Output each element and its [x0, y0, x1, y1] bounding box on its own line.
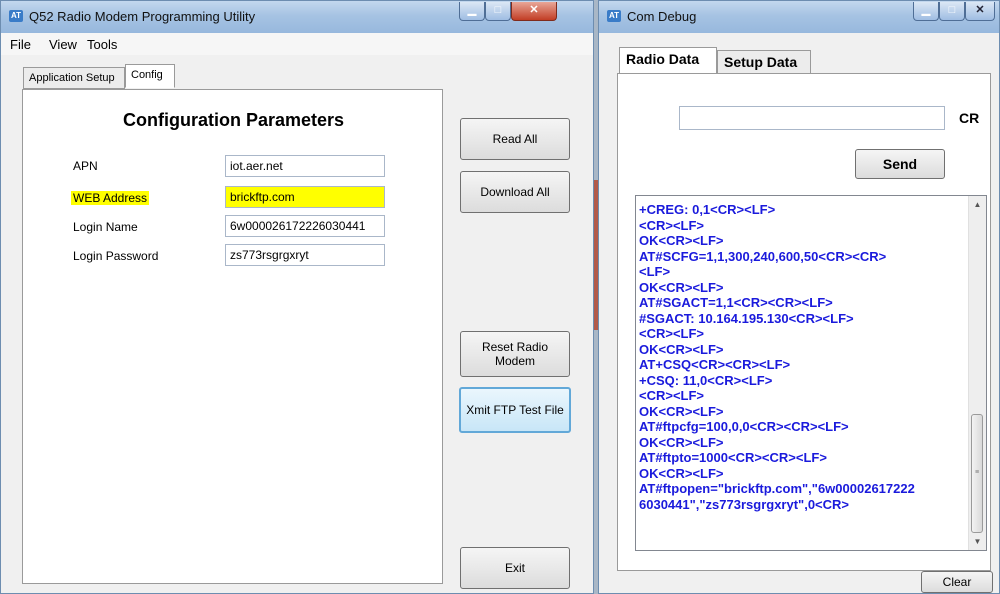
- log-line: OK<CR><LF>: [639, 233, 724, 248]
- command-input[interactable]: [679, 106, 945, 130]
- log-scrollbar[interactable]: ▲ ≡ ▼: [968, 196, 986, 550]
- title-bar[interactable]: AT Com Debug ▁ □ ✕: [599, 1, 999, 33]
- reset-label-line2: Modem: [494, 354, 535, 368]
- login-password-label: Login Password: [73, 249, 159, 263]
- com-debug-window: AT Com Debug ▁ □ ✕ Radio Data Setup Data…: [598, 0, 1000, 594]
- apn-field[interactable]: iot.aer.net: [225, 155, 385, 177]
- minimize-button[interactable]: ▁: [459, 2, 485, 21]
- log-line: +CSQ: 11,0<CR><LF>: [639, 372, 773, 388]
- close-button[interactable]: ✕: [965, 2, 995, 21]
- log-line: AT#ftpcfg=100,0,0<CR><CR><LF>: [639, 419, 849, 434]
- exit-button[interactable]: Exit: [460, 547, 570, 589]
- window-title: Com Debug: [627, 9, 697, 24]
- apn-label: APN: [73, 159, 98, 173]
- menu-file[interactable]: File: [10, 37, 31, 52]
- tab-config[interactable]: Config: [125, 64, 175, 88]
- send-button[interactable]: Send: [855, 149, 945, 179]
- log-line: AT#ftpto=1000<CR><CR><LF>: [639, 450, 827, 465]
- read-all-button[interactable]: Read All: [460, 118, 570, 160]
- log-line: <CR><LF>: [639, 326, 705, 341]
- maximize-icon: □: [948, 4, 956, 16]
- log-line: OK<CR><LF>: [639, 465, 724, 481]
- scroll-thumb[interactable]: ≡: [971, 414, 983, 533]
- log-line: AT#ftpopen="brickftp.com","6w00002617222: [639, 481, 915, 496]
- log-lines: +CREG: 0,1<CR><LF> <CR><LF> OK<CR><LF> AT#S…: [639, 202, 965, 512]
- maximize-button[interactable]: □: [485, 2, 511, 21]
- log-line: <LF>: [639, 264, 671, 279]
- close-button[interactable]: ✕: [511, 2, 557, 21]
- reset-radio-modem-button[interactable]: Reset Radio Modem: [460, 331, 570, 377]
- close-icon: ✕: [975, 4, 985, 16]
- log-line: #SGACT: 10.164.195.130<CR><LF>: [639, 310, 854, 326]
- log-line: 6030441","zs773rsgrgxryt",0<CR>: [639, 496, 850, 512]
- maximize-button[interactable]: □: [939, 2, 965, 21]
- clear-button[interactable]: Clear: [921, 571, 993, 593]
- minimize-icon: ▁: [467, 4, 477, 16]
- download-all-button[interactable]: Download All: [460, 171, 570, 213]
- maximize-icon: □: [494, 4, 502, 16]
- menu-view[interactable]: View: [49, 37, 77, 52]
- log-line: OK<CR><LF>: [639, 279, 724, 295]
- web-address-field[interactable]: brickftp.com: [225, 186, 385, 208]
- page-title: Configuration Parameters: [123, 110, 345, 130]
- close-icon: ✕: [529, 4, 539, 16]
- menu-tools[interactable]: Tools: [87, 37, 117, 52]
- login-name-field[interactable]: 6w000026172226030441: [225, 215, 385, 237]
- xmit-ftp-test-file-button[interactable]: Xmit FTP Test File: [459, 387, 571, 433]
- log-line: AT+CSQ<CR><CR><LF>: [639, 357, 791, 372]
- reset-label-line1: Reset Radio: [481, 340, 549, 354]
- log-line: OK<CR><LF>: [639, 434, 724, 450]
- programming-utility-window: AT Q52 Radio Modem Programming Utility ▁…: [0, 0, 594, 594]
- web-address-label: WEB Address: [71, 191, 150, 205]
- app-icon: AT: [9, 10, 23, 22]
- login-name-label: Login Name: [73, 220, 138, 234]
- tab-application-setup[interactable]: Application Setup: [23, 67, 125, 89]
- scroll-down-icon[interactable]: ▼: [969, 533, 986, 550]
- log-line: AT#SCFG=1,1,300,240,600,50<CR><CR>: [639, 248, 887, 264]
- tab-radio-data[interactable]: Radio Data: [619, 47, 717, 74]
- cr-label: CR: [959, 110, 980, 126]
- login-password-field[interactable]: zs773rsgrgxryt: [225, 244, 385, 266]
- minimize-icon: ▁: [921, 4, 931, 16]
- log-line: <CR><LF>: [639, 388, 705, 403]
- log-line: OK<CR><LF>: [639, 403, 724, 419]
- window-title: Q52 Radio Modem Programming Utility: [29, 9, 256, 24]
- menu-bar: File View Tools: [1, 33, 593, 55]
- scroll-up-icon[interactable]: ▲: [969, 196, 986, 213]
- serial-log[interactable]: +CREG: 0,1<CR><LF> <CR><LF> OK<CR><LF> AT#S…: [635, 195, 987, 551]
- app-icon: AT: [607, 10, 621, 22]
- log-line: <CR><LF>: [639, 217, 705, 233]
- tab-setup-data[interactable]: Setup Data: [717, 50, 811, 74]
- log-line: OK<CR><LF>: [639, 341, 724, 357]
- minimize-button[interactable]: ▁: [913, 2, 939, 21]
- log-line: AT#SGACT=1,1<CR><CR><LF>: [639, 295, 833, 310]
- config-panel: Configuration Parameters APN iot.aer.net…: [22, 89, 443, 584]
- title-bar[interactable]: AT Q52 Radio Modem Programming Utility ▁…: [1, 1, 593, 33]
- grip-icon: ≡: [975, 469, 980, 476]
- log-line: +CREG: 0,1<CR><LF>: [639, 202, 776, 217]
